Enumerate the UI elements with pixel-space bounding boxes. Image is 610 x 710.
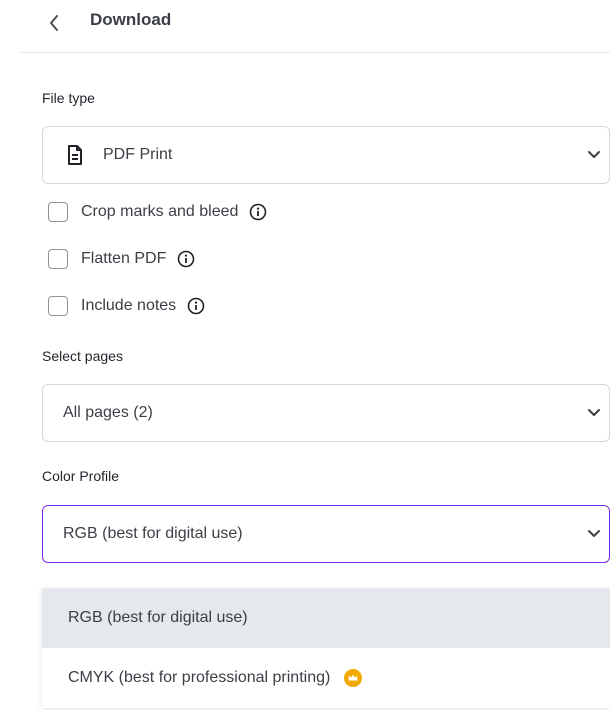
option-label: CMYK (best for professional printing) [68, 669, 331, 686]
file-type-label: File type [42, 90, 95, 106]
dropdown-option-rgb[interactable]: RGB (best for digital use) [42, 588, 610, 648]
chevron-down-icon [587, 529, 601, 539]
info-icon[interactable] [187, 297, 205, 315]
include-notes-label: Include notes [81, 297, 177, 314]
info-icon[interactable] [249, 203, 267, 221]
color-profile-select[interactable]: RGB (best for digital use) [42, 505, 610, 563]
color-profile-label: Color Profile [42, 468, 120, 484]
info-icon[interactable] [177, 250, 195, 268]
header-divider [20, 52, 610, 53]
select-pages-value: All pages (2) [63, 404, 153, 421]
include-notes-option[interactable]: Include notes [48, 293, 205, 319]
select-pages-select[interactable]: All pages (2) [42, 384, 610, 442]
option-label: RGB (best for digital use) [68, 609, 248, 626]
dropdown-option-cmyk[interactable]: CMYK (best for professional printing) [42, 648, 610, 708]
file-type-select[interactable]: PDF Print [42, 126, 610, 184]
select-pages-label: Select pages [42, 348, 123, 364]
chevron-down-icon [587, 150, 601, 160]
crop-marks-label: Crop marks and bleed [81, 203, 239, 220]
chevron-down-icon [587, 408, 601, 418]
chevron-left-icon [50, 15, 58, 31]
page-title: Download [90, 10, 172, 29]
crop-marks-option[interactable]: Crop marks and bleed [48, 199, 267, 225]
back-button[interactable] [38, 8, 70, 38]
color-profile-dropdown: RGB (best for digital use) CMYK (best fo… [42, 588, 610, 708]
flatten-pdf-checkbox[interactable] [48, 249, 68, 269]
flatten-pdf-label: Flatten PDF [81, 250, 167, 267]
include-notes-checkbox[interactable] [48, 296, 68, 316]
download-header: Download [0, 0, 610, 54]
flatten-pdf-option[interactable]: Flatten PDF [48, 246, 195, 272]
color-profile-value: RGB (best for digital use) [63, 525, 243, 542]
crown-icon [344, 669, 363, 687]
file-type-value: PDF Print [103, 146, 173, 163]
crop-marks-checkbox[interactable] [48, 202, 68, 222]
document-icon [67, 145, 83, 165]
